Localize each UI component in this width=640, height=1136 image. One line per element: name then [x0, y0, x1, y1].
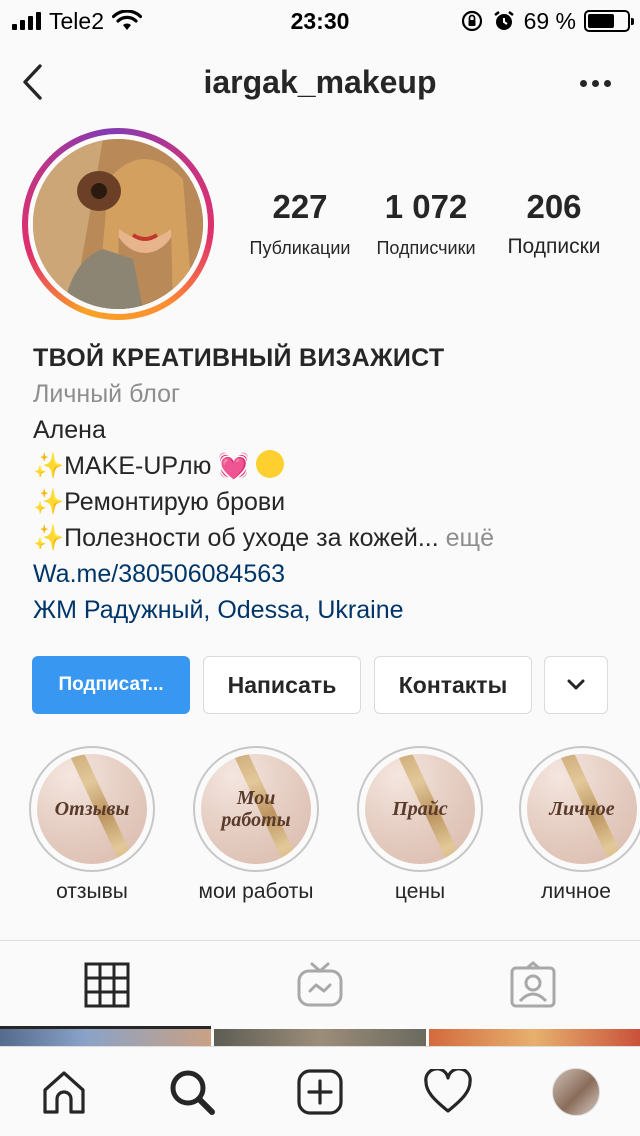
- bio-line-skincare: ✨Полезности об уходе за кожей... ещё: [33, 520, 623, 556]
- activity-heart-icon: [424, 1069, 472, 1113]
- nav-profile[interactable]: [512, 1047, 640, 1136]
- tagged-icon: [510, 961, 555, 1008]
- stat-posts[interactable]: 227 Публикации: [238, 188, 362, 259]
- stat-posts-count: 227: [272, 188, 328, 225]
- nav-home[interactable]: [0, 1047, 128, 1136]
- nav-search[interactable]: [128, 1047, 256, 1136]
- nav-activity[interactable]: [384, 1047, 512, 1136]
- highlight-item[interactable]: Мои работы мои работы: [191, 746, 321, 904]
- highlight-cover: Отзывы: [37, 754, 147, 864]
- stat-following-label: Подписки: [507, 235, 601, 258]
- clock: 23:30: [290, 7, 350, 34]
- highlight-cover-text: Прайс: [392, 798, 448, 820]
- chevron-down-icon: [567, 679, 585, 690]
- home-icon: [43, 1071, 85, 1114]
- contacts-button[interactable]: Контакты: [374, 656, 532, 714]
- nav-new-post[interactable]: [256, 1047, 384, 1136]
- highlight-item[interactable]: Прайс цены: [355, 746, 485, 904]
- bio-website-link[interactable]: Wa.me/380506084563: [33, 556, 623, 592]
- bio-line-makeup: ✨MAKE-UPлю 💓: [33, 448, 623, 484]
- sparkle-icon: ✨: [33, 524, 65, 552]
- profile-bio: ТВОЙ КРЕАТИВНЫЙ ВИЗАЖИСТ Личный блог Але…: [33, 340, 623, 628]
- highlight-item[interactable]: Отзывы отзывы: [27, 746, 157, 904]
- highlight-cover-text: Личное: [549, 798, 615, 820]
- bio-location-link[interactable]: ЖМ Радужный, Odessa, Ukraine: [33, 592, 623, 628]
- profile-avatar: [33, 139, 203, 309]
- tab-igtv[interactable]: [213, 941, 426, 1029]
- profile-username: iargak_makeup: [203, 64, 437, 100]
- avatar-illustration: [33, 139, 203, 309]
- profile-tabs: [0, 941, 640, 1029]
- highlight-cover-text: Мои работы: [221, 787, 291, 831]
- highlight-label: мои работы: [198, 880, 314, 903]
- more-options-button[interactable]: [580, 68, 614, 98]
- highlight-cover-text: Отзывы: [54, 798, 130, 820]
- status-bar: Tele2 23:30 69 %: [0, 0, 640, 42]
- heart-emoji-icon: 💓: [218, 452, 250, 480]
- dot: [580, 79, 587, 87]
- dot: [592, 79, 599, 87]
- stat-following-count: 206: [526, 188, 582, 225]
- battery-percent: 69 %: [523, 7, 576, 34]
- bio-line-skincare-text: Полезности об уходе за кожей...: [64, 524, 439, 552]
- alarm-icon: [493, 11, 514, 30]
- profile-actions: Подписат... Написать Контакты: [32, 656, 610, 714]
- battery-icon: [584, 10, 634, 32]
- signal-icon: [12, 12, 41, 30]
- bio-line-name: Алена: [33, 416, 106, 444]
- grid-icon: [84, 962, 129, 1008]
- profile-category: Личный блог: [33, 380, 181, 408]
- highlight-label: цены: [394, 880, 446, 903]
- profile-avatar-story-ring[interactable]: [22, 128, 214, 320]
- stat-following[interactable]: 206 Подписки: [496, 188, 612, 259]
- dot: [604, 79, 611, 87]
- bottom-navigation: [0, 1046, 640, 1136]
- stat-followers-count: 1 072: [384, 188, 468, 225]
- highlight-cover: Личное: [527, 754, 637, 864]
- upside-down-face-emoji-icon: [256, 450, 285, 478]
- bio-more-link[interactable]: ещё: [446, 524, 494, 552]
- stat-followers-label: Подписчики: [376, 238, 476, 258]
- sparkle-icon: ✨: [33, 452, 65, 480]
- tab-tagged[interactable]: [426, 941, 639, 1029]
- bio-line-brows: ✨Ремонтирую брови: [33, 484, 623, 520]
- message-button[interactable]: Написать: [203, 656, 361, 714]
- tab-grid[interactable]: [0, 941, 213, 1029]
- profile-header: iargak_makeup: [0, 50, 640, 120]
- sparkle-icon: ✨: [33, 488, 65, 516]
- highlight-label: личное: [541, 880, 611, 903]
- highlight-label: отзывы: [56, 880, 128, 903]
- highlight-item[interactable]: Личное личное: [519, 746, 640, 904]
- bio-line-makeup-text: MAKE-UPлю: [64, 452, 212, 480]
- profile-avatar: [552, 1068, 600, 1116]
- add-post-icon: [297, 1069, 343, 1115]
- follow-button[interactable]: Подписат...: [32, 656, 190, 714]
- search-icon: [170, 1070, 215, 1115]
- orientation-lock-icon: [461, 10, 482, 32]
- igtv-icon: [297, 962, 342, 1007]
- wifi-icon: [111, 10, 142, 30]
- story-highlights: Отзывы отзывы Мои работы мои работы Прай…: [0, 746, 640, 916]
- carrier-name: Tele2: [49, 7, 104, 34]
- profile-stats: 227 Публикации 1 072 Подписчики 206 Подп…: [238, 188, 628, 268]
- stat-posts-label: Публикации: [249, 238, 351, 258]
- profile-display-name: ТВОЙ КРЕАТИВНЫЙ ВИЗАЖИСТ: [33, 344, 445, 372]
- highlight-cover: Прайс: [365, 754, 475, 864]
- suggested-accounts-button[interactable]: [544, 656, 608, 714]
- bio-line-brows-text: Ремонтирую брови: [64, 488, 286, 516]
- stat-followers[interactable]: 1 072 Подписчики: [366, 188, 486, 259]
- highlight-cover: Мои работы: [201, 754, 311, 864]
